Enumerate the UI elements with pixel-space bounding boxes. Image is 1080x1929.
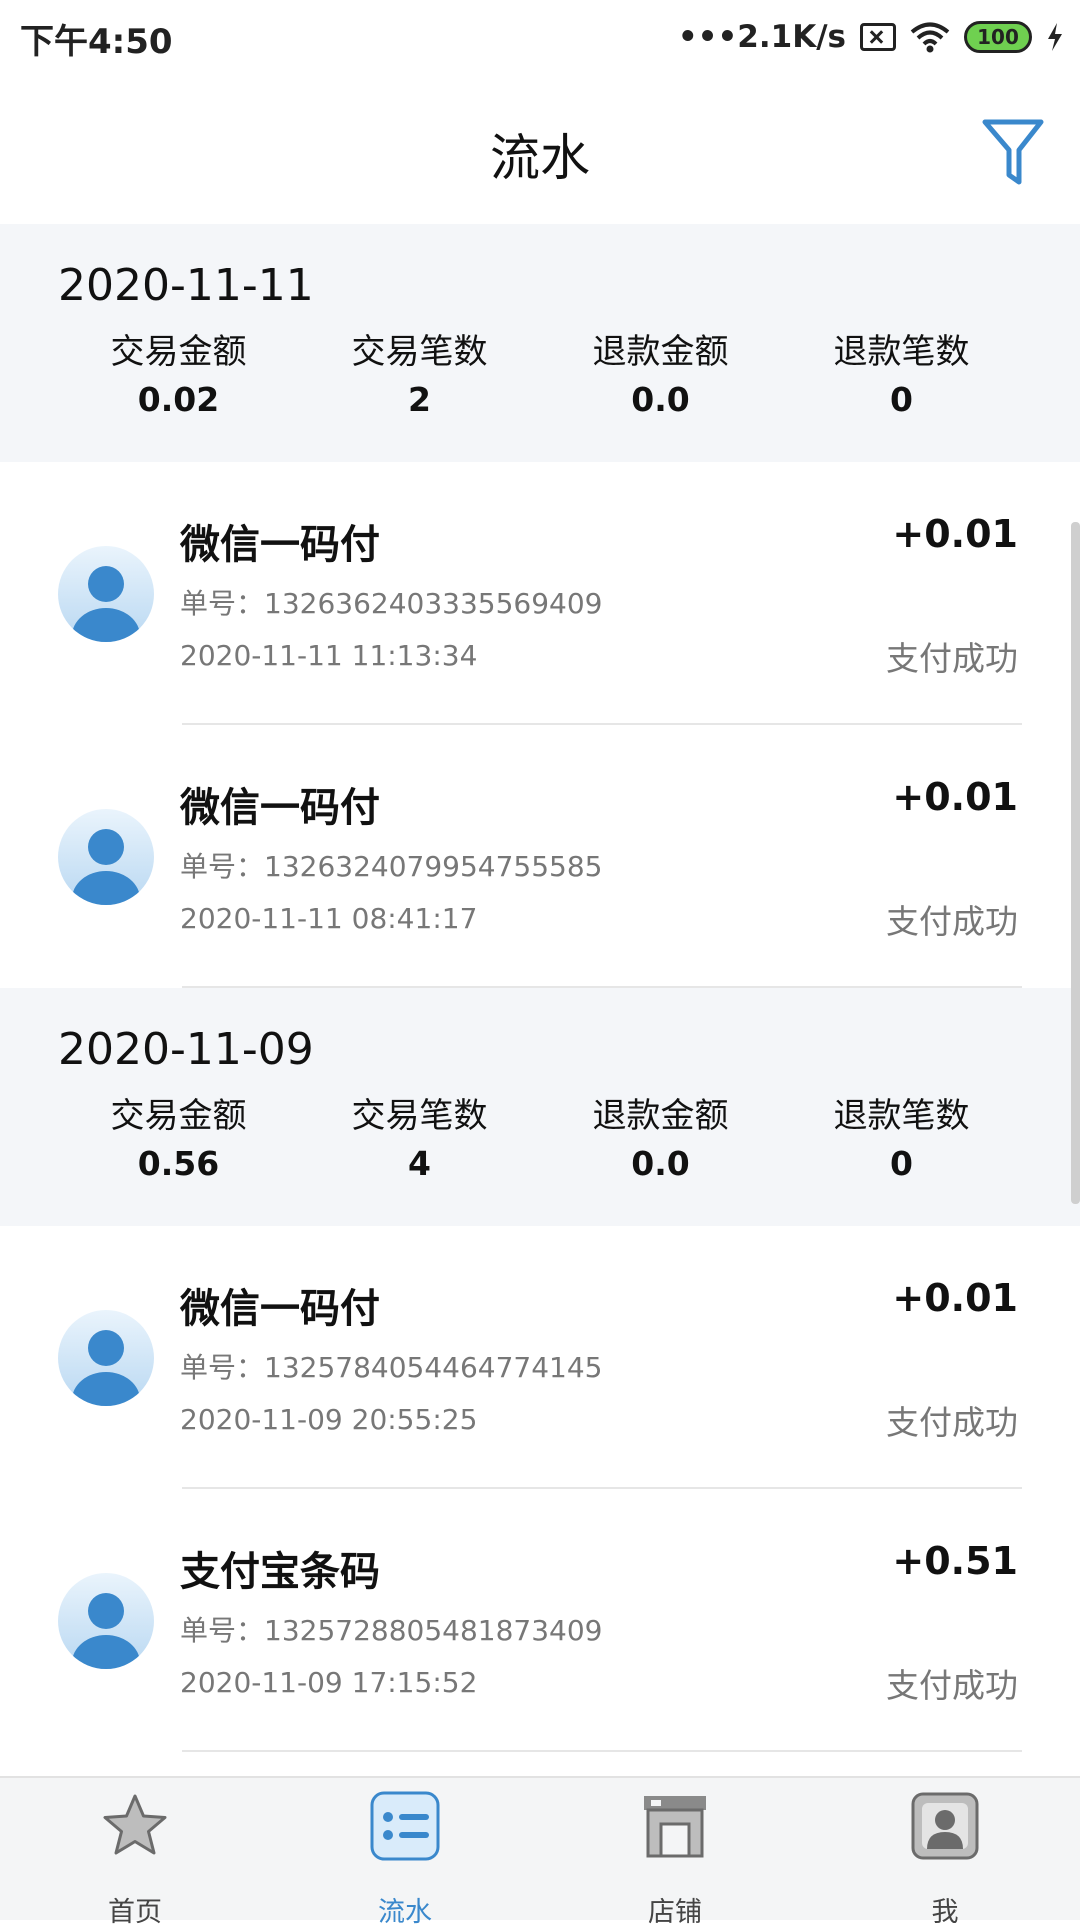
payment-method: 支付宝条码 [180,1549,380,1595]
user-avatar-icon [58,546,154,642]
transaction-amount: +0.01 [892,775,1018,819]
payment-status: 支付成功 [886,639,1018,678]
day-summary: 2020-11-11 交易金额 0.02 交易笔数 2 退款金额 0.0 退款笔… [0,224,1080,462]
status-indicators: •••2.1K/s 100 [678,14,1064,60]
transaction-time: 2020-11-11 08:41:17 [180,902,478,935]
status-time: 下午4:50 [20,22,173,62]
order-number: 单号：1325728805481873409 [180,1614,603,1647]
transaction-time: 2020-11-11 11:13:34 [180,639,478,672]
stat-trade-amount: 交易金额 0.56 [58,1096,299,1184]
profile-icon [911,1792,979,1860]
transaction-time: 2020-11-09 20:55:25 [180,1403,478,1436]
stat-label: 交易笔数 [351,332,488,372]
stat-refund-count: 退款笔数 0 [781,1096,1022,1184]
stat-value: 0.0 [631,1144,690,1183]
tab-flow[interactable]: 流水 [270,1778,540,1928]
transaction-row[interactable]: 支付宝条码 单号：1325728805481873409 2020-11-09 … [0,1489,1080,1752]
wifi-icon [910,22,950,53]
stat-value: 0.0 [631,380,690,419]
divider [182,1750,1022,1752]
payment-method: 微信一码付 [180,522,380,568]
stat-value: 4 [408,1144,431,1183]
stat-refund-amount: 退款金额 0.0 [540,1096,781,1184]
summary-stats: 交易金额 0.02 交易笔数 2 退款金额 0.0 退款笔数 0 [58,332,1022,420]
stat-refund-count: 退款笔数 0 [781,332,1022,420]
tab-label: 流水 [378,1897,432,1928]
tab-me[interactable]: 我 [810,1778,1080,1928]
day-summary: 2020-11-09 交易金额 0.56 交易笔数 4 退款金额 0.0 退款笔… [0,988,1080,1226]
payment-method: 微信一码付 [180,1286,380,1332]
stat-value: 0 [890,1144,913,1183]
bottom-tab-bar: 首页 流水 店铺 我 [0,1776,1080,1928]
tab-home[interactable]: 首页 [0,1778,270,1928]
stat-label: 交易笔数 [351,1096,488,1136]
order-number: 单号：1325784054464774145 [180,1351,603,1384]
transaction-row[interactable]: 微信一码付 单号：1325784054464774145 2020-11-09 … [0,1226,1080,1489]
tab-label: 首页 [108,1897,162,1928]
store-icon [644,1796,706,1858]
transaction-row[interactable]: 微信一码付 单号：1326362403335569409 2020-11-11 … [0,462,1080,725]
tab-label: 我 [931,1897,959,1928]
stat-trade-amount: 交易金额 0.02 [58,332,299,420]
tab-store[interactable]: 店铺 [540,1778,810,1928]
payment-status: 支付成功 [886,902,1018,941]
summary-date: 2020-11-09 [58,1024,314,1075]
tab-label: 店铺 [648,1897,702,1928]
no-sim-icon [860,23,896,51]
stat-trade-count: 交易笔数 4 [299,1096,540,1184]
user-avatar-icon [58,1310,154,1406]
stat-trade-count: 交易笔数 2 [299,332,540,420]
summary-stats: 交易金额 0.56 交易笔数 4 退款金额 0.0 退款笔数 0 [58,1096,1022,1184]
status-bar: 下午4:50 •••2.1K/s 100 [0,0,1080,74]
stat-value: 2 [408,380,431,419]
stat-value: 0 [890,380,913,419]
transaction-amount: +0.51 [892,1539,1018,1583]
user-avatar-icon [58,1573,154,1669]
stat-label: 退款金额 [592,1096,729,1136]
order-number: 单号：1326324079954755585 [180,850,603,883]
stat-label: 退款笔数 [833,1096,970,1136]
filter-icon[interactable] [980,116,1046,186]
network-speed: •••2.1K/s [677,19,846,55]
stat-label: 退款金额 [592,332,729,372]
stat-label: 交易金额 [110,1096,247,1136]
payment-status: 支付成功 [886,1666,1018,1705]
charging-icon [1048,23,1062,51]
user-avatar-icon [58,809,154,905]
star-icon [103,1794,167,1855]
stat-label: 退款笔数 [833,332,970,372]
stat-value: 0.56 [137,1144,220,1183]
transaction-row[interactable]: 微信一码付 单号：1326324079954755585 2020-11-11 … [0,725,1080,988]
transaction-time: 2020-11-09 17:15:52 [180,1666,478,1699]
list-icon [370,1791,440,1861]
page-title: 流水 [490,129,590,187]
battery-icon: 100 [964,21,1032,53]
stat-value: 0.02 [137,380,220,419]
payment-method: 微信一码付 [180,785,380,831]
order-number: 单号：1326362403335569409 [180,587,603,620]
top-header: 流水 [0,74,1080,224]
transaction-list[interactable]: 2020-11-11 交易金额 0.02 交易笔数 2 退款金额 0.0 退款笔… [0,224,1080,1776]
scrollbar[interactable] [1071,522,1080,1204]
transaction-amount: +0.01 [892,512,1018,556]
stat-label: 交易金额 [110,332,247,372]
summary-date: 2020-11-11 [58,260,314,311]
stat-refund-amount: 退款金额 0.0 [540,332,781,420]
transaction-amount: +0.01 [892,1276,1018,1320]
payment-status: 支付成功 [886,1403,1018,1442]
